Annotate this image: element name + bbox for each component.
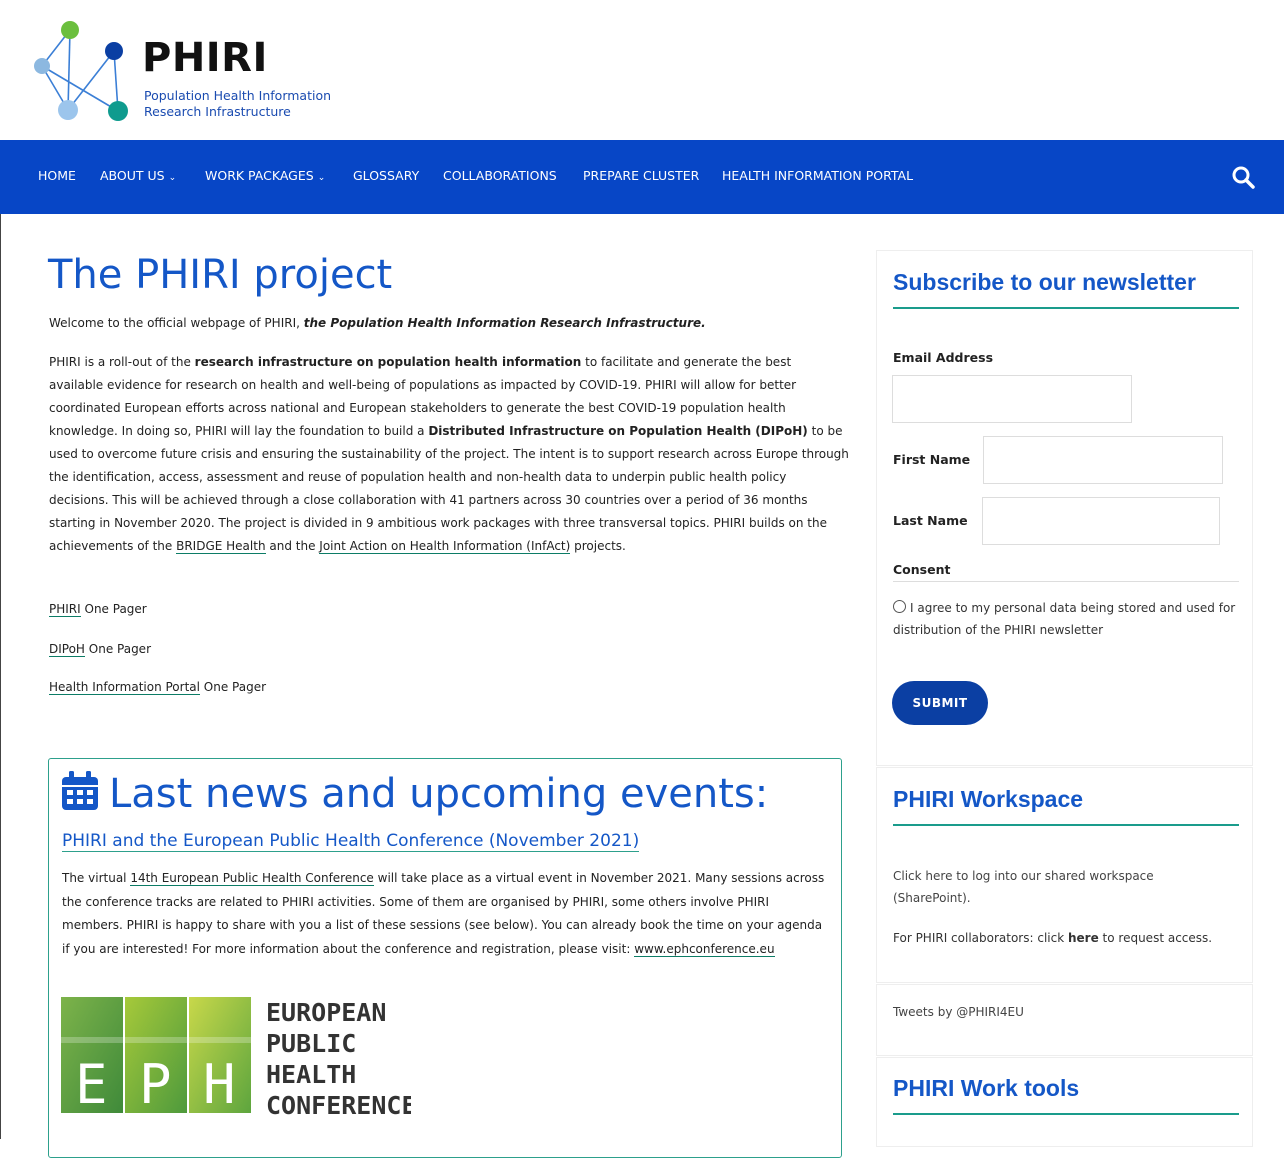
news-title: Last news and upcoming events: [61, 771, 768, 816]
para-bold-1: research infrastructure on population he… [194, 355, 582, 369]
chevron-down-icon: ⌄ [317, 173, 326, 183]
news-article-link[interactable]: PHIRI and the European Public Health Con… [62, 831, 640, 853]
news-title-text: Last news and upcoming events: [109, 771, 769, 817]
one-pager-suffix: One Pager [84, 642, 151, 656]
submit-button[interactable]: SUBMIT [892, 681, 988, 725]
logo-title: PHIRI [142, 35, 268, 81]
nav-about-us-label: ABOUT US [100, 168, 165, 183]
request-access-link[interactable]: here [1068, 931, 1099, 945]
workspace-title: PHIRI Workspace [893, 786, 1084, 812]
dipoh-one-pager-link[interactable]: DIPoH [49, 642, 85, 657]
workspace-title-rule [893, 824, 1239, 826]
work-tools-title-rule [893, 1113, 1239, 1115]
para-text-5: projects. [570, 539, 626, 553]
one-pager-dipoh: DIPoH One Pager [49, 642, 151, 657]
eph-letter-h: H [203, 1053, 236, 1116]
workspace-login-link[interactable]: Click here to log into our shared worksp… [893, 865, 1193, 909]
welcome-text: Welcome to the official webpage of PHIRI… [49, 312, 849, 335]
para-text-3: to be used to overcome future crisis and… [49, 424, 849, 553]
para-text-4: and the [265, 539, 320, 553]
eph-word-2: PUBLIC [266, 1029, 356, 1058]
welcome-emphasis: the Population Health Information Resear… [303, 316, 706, 330]
hip-one-pager-link[interactable]: Health Information Portal [49, 680, 200, 695]
bridge-health-link[interactable]: BRIDGE Health [176, 539, 266, 554]
news-text-1: The virtual [62, 871, 131, 885]
intro-paragraph: PHIRI is a roll-out of the research infr… [49, 351, 849, 558]
page-title: The PHIRI project [48, 252, 393, 298]
intro-section: Welcome to the official webpage of PHIRI… [49, 312, 849, 558]
calendar-icon [62, 771, 98, 810]
logo-subtitle-line1: Population Health Information [144, 88, 332, 103]
phiri-logo-icon[interactable] [28, 18, 138, 126]
eph-word-3: HEALTH [266, 1060, 356, 1089]
first-name-label: First Name [893, 452, 971, 467]
one-pager-suffix: One Pager [80, 602, 147, 616]
chevron-down-icon: ⌄ [168, 173, 177, 183]
nav-collaborations-label: COLLABORATIONS [443, 168, 557, 183]
consent-option[interactable]: I agree to my personal data being stored… [893, 597, 1239, 641]
news-box: Last news and upcoming events: PHIRI and… [48, 758, 842, 1158]
nav-work-packages[interactable]: WORK PACKAGES ⌄ [205, 168, 326, 183]
main-nav: HOME ABOUT US ⌄ WORK PACKAGES ⌄ GLOSSARY C… [0, 140, 1284, 214]
workspace-access-text: For PHIRI collaborators: click here to r… [893, 927, 1239, 949]
news-body: The virtual 14th European Public Health … [62, 867, 832, 961]
tweets-card: Tweets by @PHIRI4EU [876, 984, 1253, 1056]
workspace-card: PHIRI Workspace Click here to log into o… [876, 767, 1253, 983]
search-icon[interactable] [1230, 164, 1258, 192]
consent-text: I agree to my personal data being stored… [893, 601, 1236, 637]
one-pager-hip: Health Information Portal One Pager [49, 680, 267, 695]
one-pager-suffix: One Pager [199, 680, 267, 694]
welcome-prefix: Welcome to the official webpage of PHIRI… [49, 316, 304, 330]
logo-subtitle-line2: Research Infrastructure [144, 104, 291, 119]
access-suffix: to request access. [1098, 931, 1213, 945]
eph-word-4: CONFERENCE [266, 1091, 411, 1117]
para-text-1: PHIRI is a roll-out of the [49, 355, 195, 369]
last-name-field[interactable] [982, 497, 1220, 545]
email-field[interactable] [892, 375, 1132, 423]
nav-collaborations[interactable]: COLLABORATIONS [443, 168, 557, 183]
one-pager-phiri: PHIRI One Pager [49, 602, 147, 617]
para-bold-2: Distributed Infrastructure on Population… [428, 424, 808, 438]
newsletter-card: Subscribe to our newsletter Email Addres… [876, 250, 1253, 766]
tweets-link[interactable]: Tweets by @PHIRI4EU [893, 1001, 1024, 1023]
eph-conference-logo: E P H EUROPEAN PUBLIC HEALTH CONFERENCE [61, 997, 417, 1120]
first-name-field[interactable] [983, 436, 1223, 484]
nav-home[interactable]: HOME [38, 168, 76, 183]
newsletter-title: Subscribe to our newsletter [893, 269, 1196, 295]
last-name-label: Last Name [893, 513, 968, 528]
nav-about-us[interactable]: ABOUT US ⌄ [100, 168, 177, 183]
nav-home-label: HOME [38, 168, 76, 183]
newsletter-title-rule [893, 307, 1239, 309]
consent-divider [893, 581, 1239, 582]
access-prefix: For PHIRI collaborators: click [893, 931, 1068, 945]
phiri-one-pager-link[interactable]: PHIRI [49, 602, 81, 617]
ephconference-url-link[interactable]: www.ephconference.eu [634, 941, 775, 957]
work-tools-card: PHIRI Work tools [876, 1057, 1253, 1147]
eph-logo[interactable]: E P H EUROPEAN PUBLIC HEALTH CONFERENCE [61, 997, 417, 1121]
infact-link[interactable]: Joint Action on Health Information (InfA… [319, 539, 571, 554]
nav-health-information-portal[interactable]: HEALTH INFORMATION PORTAL [722, 168, 914, 183]
nav-glossary[interactable]: GLOSSARY [353, 168, 420, 183]
ephc-link[interactable]: 14th European Public Health Conference [130, 871, 374, 886]
email-label: Email Address [893, 350, 994, 365]
site-header: PHIRI Population Health Information Rese… [0, 0, 1284, 140]
nav-work-packages-label: WORK PACKAGES [205, 168, 314, 183]
consent-label: Consent [893, 562, 951, 577]
nav-prepare-cluster[interactable]: PREPARE CLUSTER [583, 168, 700, 183]
eph-letter-p: P [139, 1053, 172, 1116]
consent-radio[interactable] [893, 600, 906, 613]
eph-word-1: EUROPEAN [266, 998, 386, 1027]
nav-health-information-portal-label: HEALTH INFORMATION PORTAL [722, 168, 914, 183]
nav-glossary-label: GLOSSARY [353, 168, 420, 183]
work-tools-title: PHIRI Work tools [893, 1075, 1080, 1101]
logo-subtitle: Population Health Information Research I… [144, 88, 331, 120]
nav-prepare-cluster-label: PREPARE CLUSTER [583, 168, 700, 183]
eph-letter-e: E [75, 1053, 108, 1116]
